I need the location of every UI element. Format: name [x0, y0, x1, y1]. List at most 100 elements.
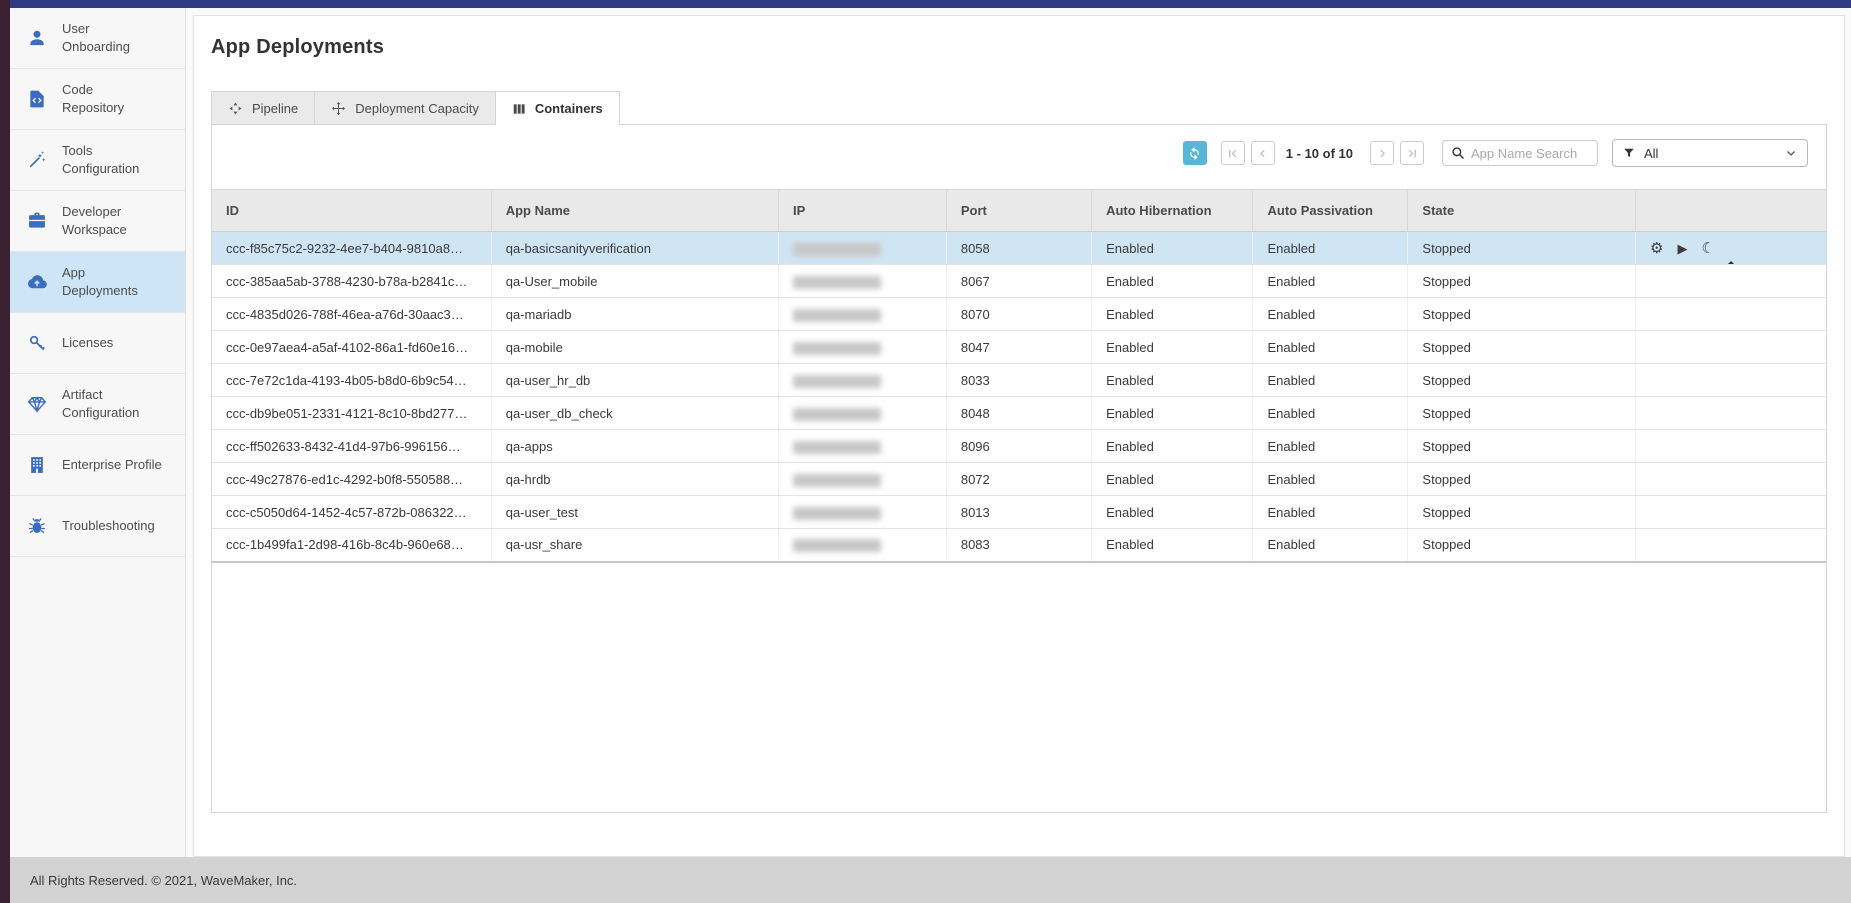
- diamond-icon: [24, 394, 50, 414]
- sidebar-item-label: Tools Configuration: [62, 142, 139, 178]
- next-page-button[interactable]: [1370, 141, 1394, 165]
- row-actions: ⚙ ▶ ☾ Passivate: [1650, 241, 1826, 256]
- cell-ip: [779, 430, 947, 463]
- sidebar-item-code-repository[interactable]: Code Repository: [10, 69, 185, 130]
- table-row[interactable]: ccc-7e72c1da-4193-4b05-b8d0-6b9c54… qa-u…: [212, 364, 1826, 397]
- column-header-auto-hibernation: Auto Hibernation: [1092, 190, 1253, 232]
- cell-ip: [779, 298, 947, 331]
- pipeline-icon: [228, 101, 243, 116]
- sidebar-item-artifact-configuration[interactable]: Artifact Configuration: [10, 374, 185, 435]
- cell-id: ccc-ff502633-8432-41d4-97b6-996156…: [212, 430, 491, 463]
- tab-containers[interactable]: Containers: [495, 91, 620, 125]
- refresh-button[interactable]: [1183, 141, 1207, 165]
- content-card: App Deployments Pipeline Deployment Capa…: [193, 15, 1845, 857]
- last-page-icon: [1406, 147, 1419, 160]
- filter-dropdown[interactable]: All: [1612, 139, 1808, 167]
- table-row[interactable]: ccc-4835d026-788f-46ea-a76d-30aac3… qa-m…: [212, 298, 1826, 331]
- blurred-ip-value: [793, 276, 881, 289]
- blurred-ip-value: [793, 441, 881, 454]
- chevron-down-icon: [1785, 147, 1797, 159]
- last-page-button[interactable]: [1400, 141, 1424, 165]
- copyright-text: All Rights Reserved. © 2021, WaveMaker, …: [30, 873, 297, 888]
- column-header-port: Port: [946, 190, 1091, 232]
- cell-app-name: qa-user_hr_db: [491, 364, 778, 397]
- cell-auto-passivation: Enabled: [1253, 265, 1408, 298]
- tab-label: Containers: [535, 101, 603, 116]
- blurred-ip-value: [793, 408, 881, 421]
- user-icon: [24, 28, 50, 48]
- footer: All Rights Reserved. © 2021, WaveMaker, …: [10, 857, 1851, 903]
- cell-ip: [779, 331, 947, 364]
- cell-actions: ⚙ ▶ ☾ Passivate: [1635, 232, 1826, 265]
- sidebar-item-label: Enterprise Profile: [62, 456, 162, 474]
- sidebar-item-app-deployments[interactable]: App Deployments: [10, 252, 185, 313]
- pagination-range-label: 1 - 10 of 10: [1286, 146, 1353, 161]
- cell-actions: ⚙ ▶ ☾ Passivate: [1635, 331, 1826, 364]
- table-row[interactable]: ccc-c5050d64-1452-4c57-872b-086322… qa-u…: [212, 496, 1826, 529]
- cell-ip: [779, 232, 947, 265]
- cell-actions: ⚙ ▶ ☾ Passivate: [1635, 265, 1826, 298]
- bug-icon: [24, 516, 50, 536]
- play-icon[interactable]: ▶: [1677, 242, 1687, 255]
- cell-auto-passivation: Enabled: [1253, 496, 1408, 529]
- cell-auto-hibernation: Enabled: [1092, 529, 1253, 562]
- containers-table: ID App Name IP Port Auto Hibernation Aut…: [212, 189, 1826, 563]
- cell-port: 8070: [946, 298, 1091, 331]
- magic-wand-icon: [24, 150, 50, 170]
- column-header-id: ID: [212, 190, 491, 232]
- cell-state: Stopped: [1408, 430, 1636, 463]
- cell-port: 8096: [946, 430, 1091, 463]
- previous-page-button[interactable]: [1251, 141, 1275, 165]
- blurred-ip-value: [793, 309, 881, 322]
- sidebar-item-tools-configuration[interactable]: Tools Configuration: [10, 130, 185, 191]
- table-row[interactable]: ccc-385aa5ab-3788-4230-b78a-b2841c… qa-U…: [212, 265, 1826, 298]
- cell-auto-passivation: Enabled: [1253, 298, 1408, 331]
- code-repository-icon: [24, 89, 50, 109]
- top-accent-bar: [10, 0, 1851, 8]
- cell-id: ccc-4835d026-788f-46ea-a76d-30aac3…: [212, 298, 491, 331]
- cell-state: Stopped: [1408, 331, 1636, 364]
- filter-value: All: [1644, 146, 1658, 161]
- sidebar-item-enterprise-profile[interactable]: Enterprise Profile: [10, 435, 185, 496]
- gear-icon[interactable]: ⚙: [1650, 241, 1663, 256]
- cell-state: Stopped: [1408, 298, 1636, 331]
- column-header-state: State: [1408, 190, 1636, 232]
- app-root: User Onboarding Code Repository Tools Co…: [0, 0, 1851, 903]
- blurred-ip-value: [793, 243, 881, 256]
- cell-app-name: qa-user_db_check: [491, 397, 778, 430]
- app-name-search: [1442, 140, 1598, 166]
- cell-app-name: qa-basicsanityverification: [491, 232, 778, 265]
- blurred-ip-value: [793, 375, 881, 388]
- main-content: App Deployments Pipeline Deployment Capa…: [186, 8, 1851, 857]
- tab-pipeline[interactable]: Pipeline: [211, 91, 315, 124]
- cell-id: ccc-49c27876-ed1c-4292-b0f8-550588…: [212, 463, 491, 496]
- moon-icon[interactable]: ☾: [1701, 241, 1714, 256]
- cell-port: 8083: [946, 529, 1091, 562]
- table-row[interactable]: ccc-db9be051-2331-4121-8c10-8bd277… qa-u…: [212, 397, 1826, 430]
- cell-auto-hibernation: Enabled: [1092, 430, 1253, 463]
- sidebar-item-label: Developer Workspace: [62, 203, 127, 239]
- sidebar-item-user-onboarding[interactable]: User Onboarding: [10, 8, 185, 69]
- refresh-icon: [1187, 146, 1202, 161]
- cell-state: Stopped: [1408, 364, 1636, 397]
- sidebar-item-label: App Deployments: [62, 264, 138, 300]
- table-row[interactable]: ccc-49c27876-ed1c-4292-b0f8-550588… qa-h…: [212, 463, 1826, 496]
- sidebar-item-troubleshooting[interactable]: Troubleshooting: [10, 496, 185, 557]
- table-row[interactable]: ccc-1b499fa1-2d98-416b-8c4b-960e68… qa-u…: [212, 529, 1826, 562]
- first-page-button[interactable]: [1221, 141, 1245, 165]
- search-input[interactable]: [1471, 146, 1589, 161]
- cell-id: ccc-1b499fa1-2d98-416b-8c4b-960e68…: [212, 529, 491, 562]
- cell-auto-passivation: Enabled: [1253, 331, 1408, 364]
- table-row[interactable]: ccc-f85c75c2-9232-4ee7-b404-9810a8… qa-b…: [212, 232, 1826, 265]
- table-row[interactable]: ccc-0e97aea4-a5af-4102-86a1-fd60e16… qa-…: [212, 331, 1826, 364]
- cell-port: 8048: [946, 397, 1091, 430]
- cell-auto-passivation: Enabled: [1253, 463, 1408, 496]
- sidebar-item-developer-workspace[interactable]: Developer Workspace: [10, 191, 185, 252]
- sidebar-item-licenses[interactable]: Licenses: [10, 313, 185, 374]
- cell-id: ccc-7e72c1da-4193-4b05-b8d0-6b9c54…: [212, 364, 491, 397]
- table-row[interactable]: ccc-ff502633-8432-41d4-97b6-996156… qa-a…: [212, 430, 1826, 463]
- move-icon: [331, 101, 346, 116]
- tab-deployment-capacity[interactable]: Deployment Capacity: [314, 91, 496, 124]
- chevron-right-icon: [1376, 147, 1389, 160]
- blurred-ip-value: [793, 474, 881, 487]
